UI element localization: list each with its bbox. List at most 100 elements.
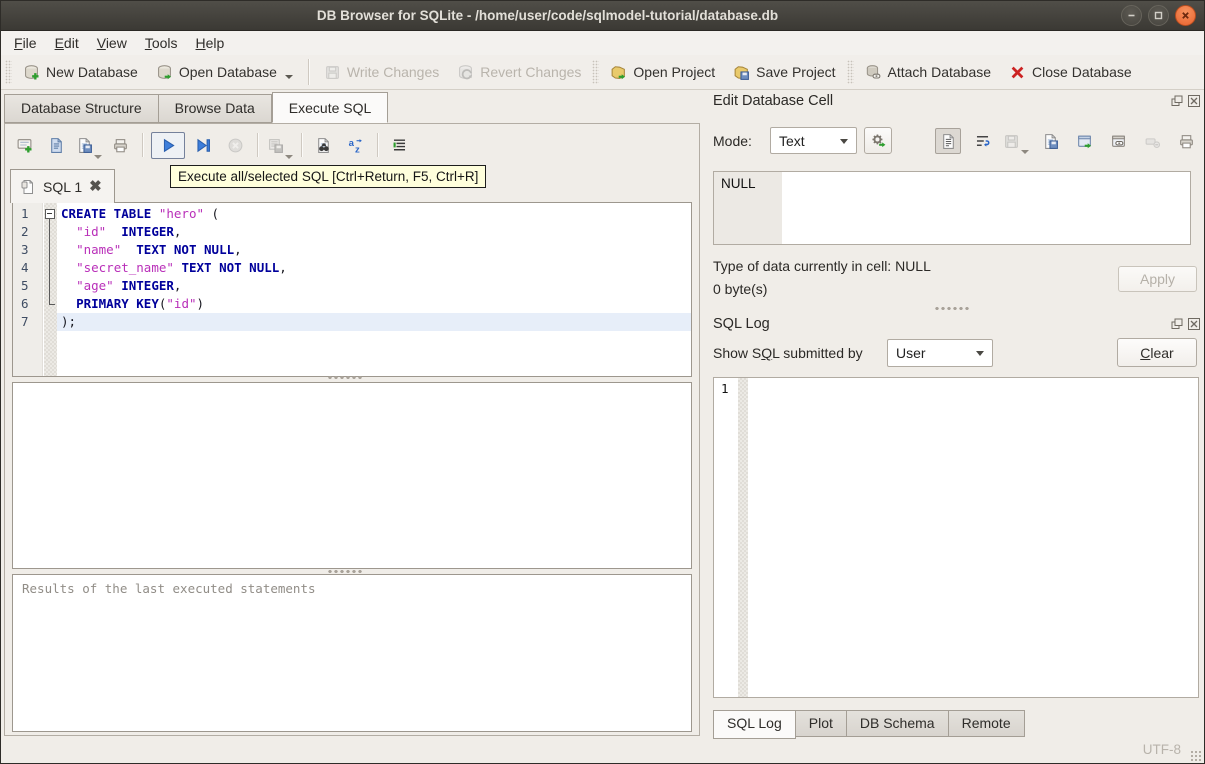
open-project-button[interactable]: Open Project [601,60,724,85]
editor-line: 2 "id" INTEGER, [13,223,691,241]
save-project-icon [733,64,750,81]
tab-plot[interactable]: Plot [795,710,847,737]
revert-changes-button: Revert Changes [448,60,590,85]
save-as-icon [1042,133,1059,150]
tab-db-schema[interactable]: DB Schema [846,710,949,737]
menu-tools[interactable]: Tools [136,33,187,53]
export-results-button [266,132,293,159]
code-text: "name" TEXT NOT NULL, [76,242,242,257]
toggle-autocompletion-button[interactable]: az [342,132,369,159]
tab-execute-sql[interactable]: Execute SQL [271,92,389,123]
apply-button[interactable]: Apply [1118,266,1197,292]
save-sql-file-icon [76,137,93,154]
close-button[interactable] [1175,5,1196,26]
fold-marker[interactable] [43,205,57,223]
toolbar-separator [257,133,258,157]
line-number: 5 [21,278,29,293]
auto-apply-button[interactable] [864,127,892,154]
mode-select[interactable]: Text [770,127,857,154]
autocomplete-icon: az [347,137,364,154]
word-wrap-icon [974,133,991,150]
close-tab-icon[interactable]: ✖ [89,179,102,194]
text-mode-button[interactable] [935,128,961,154]
close-icon [1180,10,1191,21]
stop-icon [227,137,244,154]
new-database-button[interactable]: New Database [14,60,147,85]
code-text: ); [57,313,691,331]
open-database-button[interactable]: Open Database [147,60,302,85]
dropdown-caret-icon[interactable] [284,74,293,79]
set-null-button [1139,128,1165,154]
minimize-button[interactable] [1121,5,1142,26]
save-project-button[interactable]: Save Project [724,60,844,85]
execute-current-line-button[interactable] [190,132,217,159]
resize-grip[interactable] [1190,750,1202,762]
save-sql-file-button[interactable] [75,132,102,159]
open-sql-file-button[interactable] [43,132,70,159]
sql-log-area[interactable]: 1 [713,377,1199,698]
find-in-sql-button[interactable] [310,132,337,159]
open-new-sql-tab-button[interactable] [11,132,38,159]
word-wrap-button[interactable] [969,128,995,154]
clear-log-button[interactable]: Clear [1117,338,1197,367]
close-dock-icon[interactable] [1187,317,1200,330]
close-dock-icon[interactable] [1187,94,1200,107]
close-database-button[interactable]: Close Database [1000,60,1141,85]
results-placeholder: Results of the last executed statements [22,581,316,596]
fold-marker [43,241,57,259]
tab-browse-data[interactable]: Browse Data [158,94,272,123]
menu-file[interactable]: File [5,33,46,53]
cell-editor[interactable]: NULL [713,171,1191,245]
dropdown-caret-icon [1021,150,1029,154]
splitter-handle[interactable] [327,375,363,380]
open-external-button[interactable] [1071,128,1097,154]
tab-database-structure[interactable]: Database Structure [4,94,159,123]
maximize-button[interactable] [1148,5,1169,26]
menubar: File Edit View Tools Help [1,31,1204,55]
line-number: 2 [21,224,29,239]
line-number: 7 [21,314,29,329]
print-button[interactable] [1173,128,1199,154]
sql-tab-label: SQL 1 [43,178,83,195]
editor-line: 5 "age" INTEGER, [13,277,691,295]
open-sql-file-icon [48,137,65,154]
toolbar-grip [5,60,12,84]
toolbar-separator [377,133,378,157]
edit-cell-dock-buttons [1170,94,1200,107]
sql-toolbar: az [11,129,413,161]
dropdown-caret-icon[interactable] [93,154,102,159]
fold-marker [43,259,57,277]
execute-all-sql-button[interactable] [151,131,185,159]
tab-remote[interactable]: Remote [948,710,1025,737]
cell-value: NULL [714,172,782,244]
attach-database-button[interactable]: Attach Database [856,60,1001,85]
print-sql-button[interactable] [107,132,134,159]
code-text: "id" INTEGER, [76,224,182,239]
cell-size-info: 0 byte(s) [713,281,768,297]
menu-help[interactable]: Help [187,33,234,53]
results-log-pane[interactable]: Results of the last executed statements [12,574,692,732]
float-dock-icon[interactable] [1170,94,1183,107]
sql-document-tab[interactable]: SQL 1 ✖ [10,169,115,203]
editor-line: 3 "name" TEXT NOT NULL, [13,241,691,259]
editor-line: 6 PRIMARY KEY("id") [13,295,691,313]
dropdown-caret-icon[interactable] [284,154,293,159]
editor-line: 7); [13,313,691,331]
float-dock-icon[interactable] [1170,317,1183,330]
link-button[interactable] [1105,128,1131,154]
attach-database-icon [865,64,882,81]
splitter-handle[interactable] [934,306,970,311]
menu-edit[interactable]: Edit [46,33,88,53]
menu-view[interactable]: View [88,33,136,53]
sql-editor[interactable]: 1 CREATE TABLE "hero" (2 "id" INTEGER, 3 "… [12,202,692,377]
format-sql-button[interactable] [386,132,413,159]
toolbar-grip [592,60,600,84]
tab-sql-log[interactable]: SQL Log [713,710,796,739]
save-as-button[interactable] [1037,128,1063,154]
workspace: Database Structure Browse Data Execute SQL… [1,90,1204,763]
editor-lines: 1 CREATE TABLE "hero" (2 "id" INTEGER, 3 "… [13,205,691,331]
submitted-by-select[interactable]: User [887,339,993,367]
window-title: DB Browser for SQLite - /home/user/code/… [316,8,779,23]
result-grid-pane[interactable] [12,382,692,569]
open-project-icon [610,64,627,81]
